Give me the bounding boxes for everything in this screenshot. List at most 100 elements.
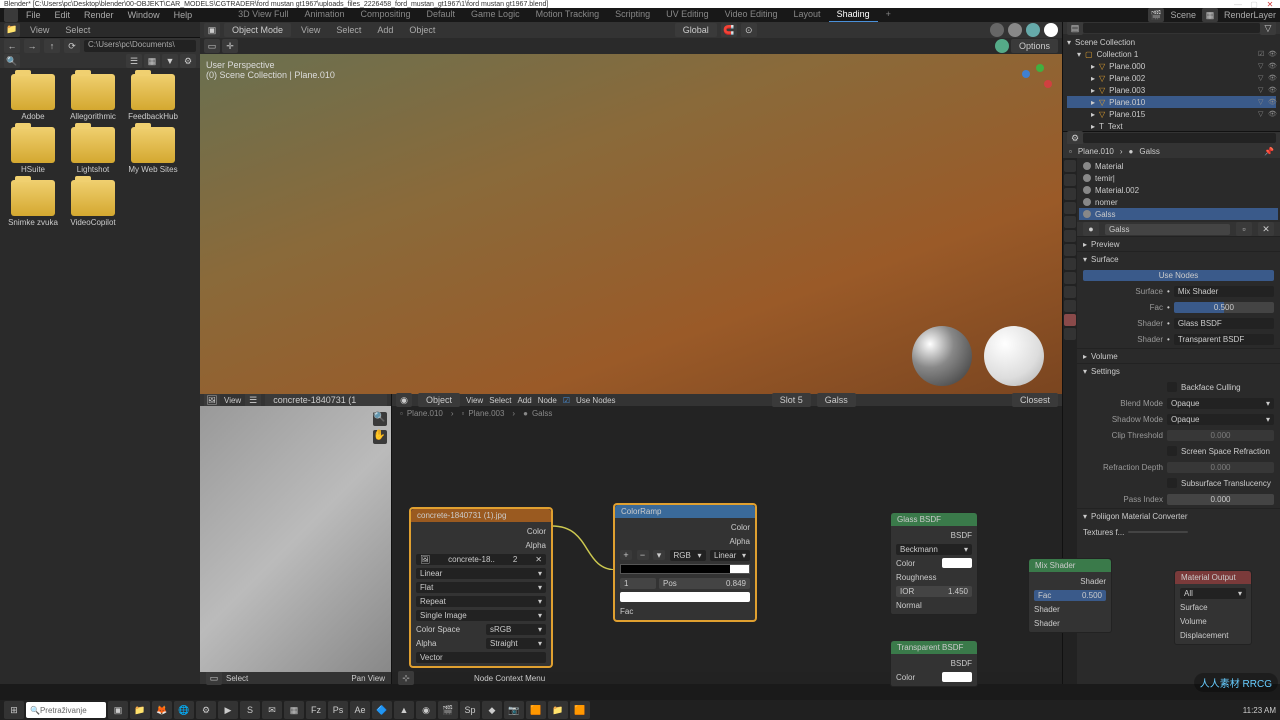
del-stop-button[interactable]: − — [637, 550, 649, 560]
props-editor-icon[interactable]: ⚙ — [1067, 131, 1083, 145]
mat-slot[interactable]: Material — [1079, 160, 1278, 172]
view-grid-icon[interactable]: ▦ — [144, 54, 160, 68]
tool-cursor-icon[interactable]: ✛ — [222, 39, 238, 53]
add-stop-button[interactable]: + — [620, 550, 632, 560]
folder-item[interactable]: Snimke zvuka — [6, 180, 60, 227]
textures-input[interactable] — [1128, 531, 1188, 533]
tree-item[interactable]: ▸TText — [1067, 120, 1276, 132]
ptab-texture[interactable] — [1064, 328, 1076, 340]
ramp-gradient[interactable] — [620, 563, 750, 575]
mode-sel[interactable]: RGB▾ — [670, 550, 706, 561]
dist-sel[interactable]: Beckmann▾ — [896, 544, 972, 555]
interp-select[interactable]: Closest — [1012, 393, 1058, 407]
settings-icon[interactable]: ⚙ — [180, 54, 196, 68]
fac-input[interactable]: Fac0.500 — [1034, 590, 1106, 601]
image-select[interactable]: 🖼concrete-18..2✕ — [416, 554, 546, 565]
app-icon[interactable]: 🟧 — [570, 701, 590, 719]
vector-input[interactable]: Vector — [416, 652, 546, 663]
nav-up-icon[interactable]: ↑ — [44, 39, 60, 53]
tree-item[interactable]: ▸▽Plane.003▽👁 — [1067, 84, 1276, 96]
menu-help[interactable]: Help — [168, 8, 199, 22]
menu-window[interactable]: Window — [122, 8, 166, 22]
panel-surface[interactable]: ▾Surface — [1077, 252, 1280, 266]
ptab-constraint[interactable] — [1064, 286, 1076, 298]
fb-select[interactable]: Select — [59, 23, 96, 37]
tree-scene[interactable]: ▾Scene Collection — [1067, 36, 1276, 48]
nav-refresh-icon[interactable]: ⟳ — [64, 39, 80, 53]
blender-icon[interactable] — [4, 8, 18, 22]
tab-gamelogic[interactable]: Game Logic — [463, 7, 528, 23]
ptab-physics[interactable] — [1064, 272, 1076, 284]
node-header[interactable]: concrete-1840731 (1).jpg — [411, 509, 551, 522]
shading-wire-icon[interactable] — [990, 23, 1004, 37]
layer-name[interactable]: RenderLayer — [1224, 10, 1276, 20]
folder-item[interactable]: My Web Sites — [126, 127, 180, 174]
path-input[interactable]: C:\Users\pc\Documents\ — [84, 40, 196, 52]
app-icon[interactable]: ▦ — [284, 701, 304, 719]
ptab-modifier[interactable] — [1064, 244, 1076, 256]
app-icon[interactable]: Fz — [306, 701, 326, 719]
mat-browse-icon[interactable]: ● — [1083, 222, 1099, 236]
tree-collection[interactable]: ▾▢Collection 1☑👁 — [1067, 48, 1276, 60]
use-nodes-button[interactable]: Use Nodes — [1083, 270, 1274, 281]
ne-editor-icon[interactable]: ◉ — [396, 393, 412, 407]
ptab-render[interactable] — [1064, 160, 1076, 172]
shader2-type[interactable]: Transparent BSDF — [1174, 334, 1274, 345]
tool-select-icon[interactable]: ▭ — [204, 39, 220, 53]
app-icon[interactable]: S — [240, 701, 260, 719]
outliner-search[interactable] — [1083, 23, 1260, 33]
stop-color[interactable] — [620, 592, 750, 602]
source-sel[interactable]: Single Image▾ — [416, 610, 546, 621]
tab-layout[interactable]: Layout — [786, 7, 829, 23]
app-icon[interactable]: Ae — [350, 701, 370, 719]
shadow-mode[interactable]: Opaque▾ — [1167, 414, 1274, 425]
mat-new-icon[interactable]: ▫ — [1236, 222, 1252, 236]
panel-preview[interactable]: ▸Preview — [1077, 237, 1280, 251]
folder-item[interactable]: Lightshot — [66, 127, 120, 174]
surface-type[interactable]: Mix Shader — [1174, 286, 1274, 297]
use-nodes-toggle[interactable]: Use Nodes — [576, 396, 616, 405]
node-canvas[interactable]: concrete-1840731 (1).jpg Color Alpha 🖼co… — [392, 420, 1062, 672]
ior-input[interactable]: IOR1.450 — [896, 586, 972, 597]
fac-slider[interactable]: 0.500 — [1174, 302, 1274, 313]
app-icon[interactable]: 🎬 — [438, 701, 458, 719]
app-icon[interactable]: 📁 — [548, 701, 568, 719]
ne-select[interactable]: Select — [489, 396, 511, 405]
slot-select[interactable]: Slot 5 — [772, 393, 811, 407]
pos-input[interactable]: Pos0.849 — [659, 578, 750, 589]
ne-type[interactable]: Object — [418, 393, 460, 407]
axis-x-icon[interactable] — [1044, 80, 1052, 88]
mat-slot[interactable]: Material.002 — [1079, 184, 1278, 196]
mat-name-input[interactable]: Galss — [1105, 224, 1230, 235]
app-icon[interactable]: ⚙ — [196, 701, 216, 719]
interp-sel[interactable]: Linear▾ — [416, 568, 546, 579]
menu-render[interactable]: Render — [78, 8, 120, 22]
panel-volume[interactable]: ▸Volume — [1077, 349, 1280, 363]
node-material-output[interactable]: Material Output All▾ Surface Volume Disp… — [1174, 570, 1252, 645]
folder-item[interactable]: FeedbackHub — [126, 74, 180, 121]
menu-file[interactable]: File — [20, 8, 47, 22]
bc-obj[interactable]: Plane.010 — [1078, 147, 1114, 156]
scene-name[interactable]: Scene — [1170, 10, 1196, 20]
pan-icon[interactable]: ✋ — [373, 430, 387, 444]
folder-item[interactable]: Adobe — [6, 74, 60, 121]
view-list-icon[interactable]: ☰ — [126, 54, 142, 68]
vp-add[interactable]: Add — [371, 23, 399, 37]
tab-uvediting[interactable]: UV Editing — [658, 7, 717, 23]
axis-y-icon[interactable] — [1036, 64, 1044, 72]
start-button[interactable]: ⊞ — [4, 701, 24, 719]
layer-icon[interactable]: ▦ — [1202, 8, 1218, 22]
cspace-sel[interactable]: sRGB▾ — [486, 624, 546, 635]
node-header[interactable]: Glass BSDF — [891, 513, 977, 526]
taskbar-clock[interactable]: 11:23 AM — [1243, 706, 1276, 715]
node-image-texture[interactable]: concrete-1840731 (1).jpg Color Alpha 🖼co… — [410, 508, 552, 667]
app-icon[interactable]: ▶ — [218, 701, 238, 719]
ptab-world[interactable] — [1064, 216, 1076, 228]
pivot-icon[interactable]: ⊙ — [741, 23, 757, 37]
taskbar-search[interactable]: 🔍 Pretraživanje — [26, 702, 106, 718]
tab-compositing[interactable]: Compositing — [352, 7, 418, 23]
ptab-view[interactable] — [1064, 188, 1076, 200]
node-mix-shader[interactable]: Mix Shader Shader Fac0.500 Shader Shader — [1028, 558, 1112, 633]
tree-item-selected[interactable]: ▸▽Plane.010▽👁 — [1067, 96, 1276, 108]
backface-checkbox[interactable] — [1167, 382, 1177, 392]
